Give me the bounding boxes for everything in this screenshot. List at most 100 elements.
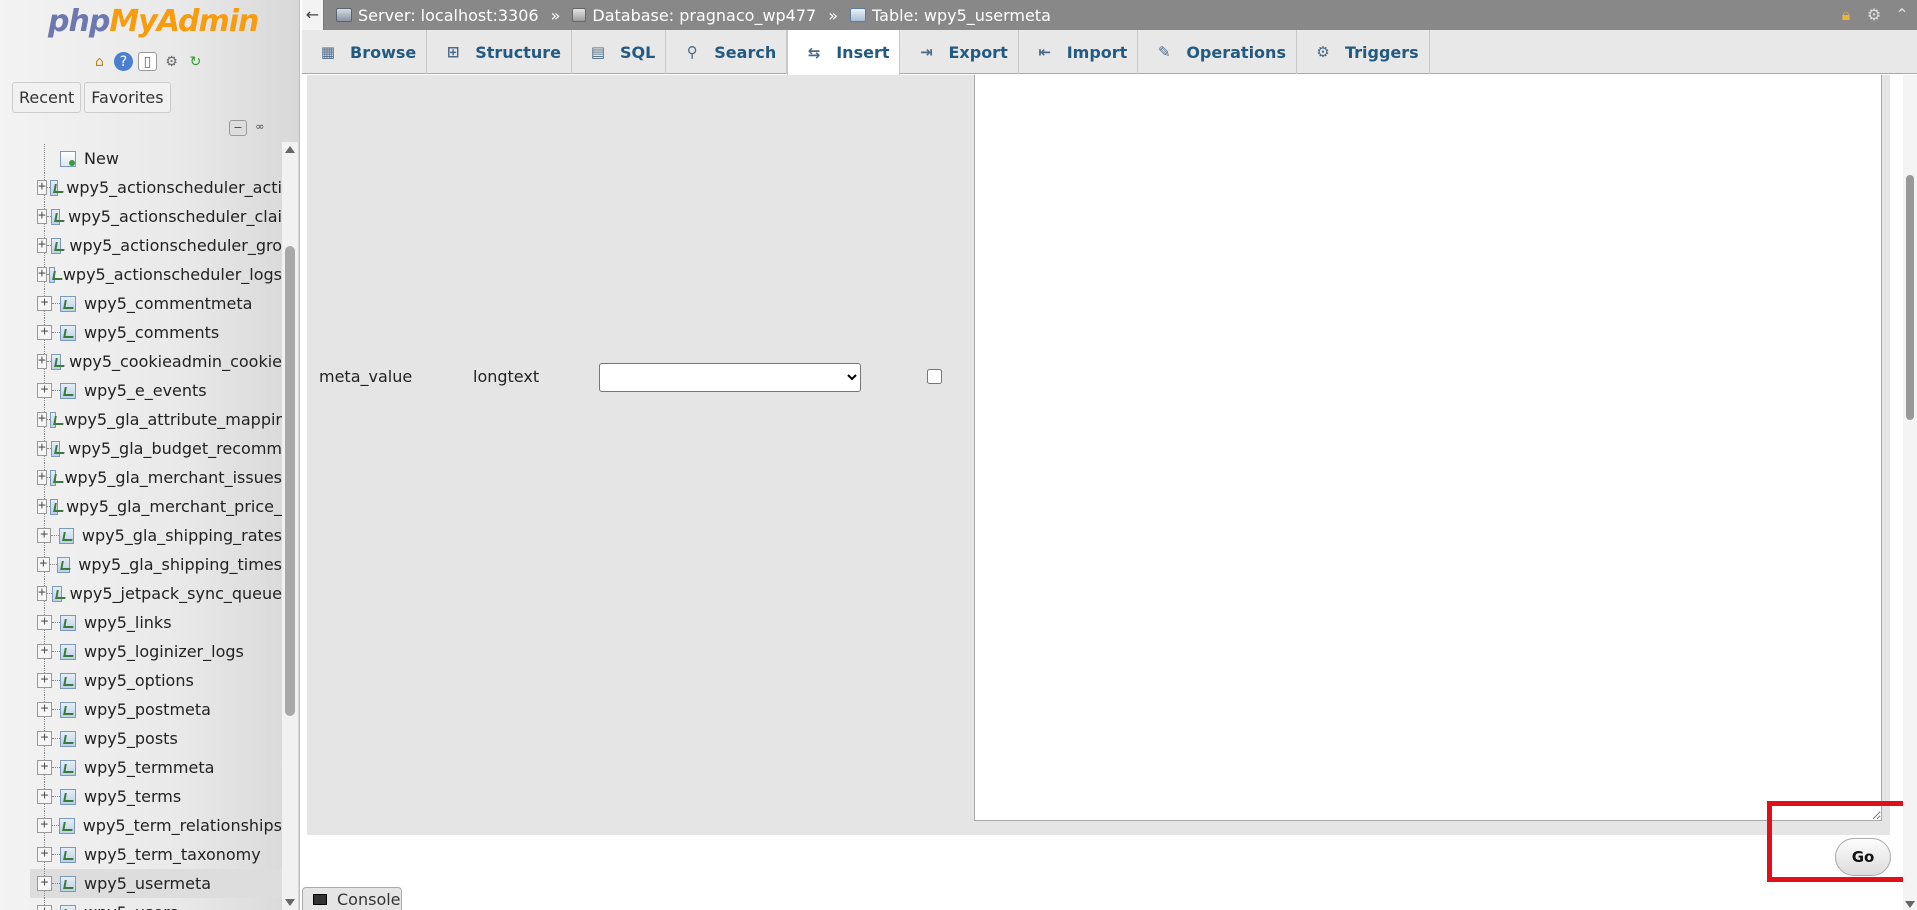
favorites-button[interactable]: Favorites: [84, 82, 171, 113]
tree-item-label[interactable]: wpy5_options: [84, 671, 194, 690]
tree-item-table[interactable]: + wpy5_links: [30, 608, 282, 637]
expand-icon[interactable]: +: [37, 818, 52, 833]
expand-icon[interactable]: +: [37, 760, 52, 775]
breadcrumb-server[interactable]: Server: localhost:3306: [336, 6, 539, 25]
scroll-thumb[interactable]: [285, 246, 295, 716]
console-tab[interactable]: Console: [302, 887, 402, 910]
tree-item-table[interactable]: + wpy5_gla_shipping_times: [30, 550, 282, 579]
tree-item-table[interactable]: + wpy5_gla_shipping_rates: [30, 521, 282, 550]
tree-item-label[interactable]: wpy5_actionscheduler_clai: [68, 207, 282, 226]
tree-item-table[interactable]: + wpy5_term_relationships: [30, 811, 282, 840]
breadcrumb-table[interactable]: Table: wpy5_usermeta: [850, 6, 1051, 25]
phpmyadmin-logo[interactable]: phpMyAdmin: [48, 4, 259, 39]
expand-icon[interactable]: +: [37, 499, 47, 514]
expand-icon[interactable]: +: [37, 354, 47, 369]
table-icon[interactable]: [60, 730, 76, 747]
tree-item-label[interactable]: wpy5_actionscheduler_gro: [69, 236, 282, 255]
table-icon[interactable]: [60, 295, 76, 312]
expand-icon[interactable]: +: [37, 383, 52, 398]
settings-icon[interactable]: ⚙: [162, 52, 181, 71]
table-icon[interactable]: [51, 237, 62, 254]
tab-browse[interactable]: ▦ Browse: [302, 30, 428, 74]
tree-item-label[interactable]: wpy5_usermeta: [84, 874, 211, 893]
tree-item-label[interactable]: wpy5_users: [84, 903, 178, 910]
table-icon[interactable]: [60, 672, 76, 689]
expand-icon[interactable]: +: [37, 441, 47, 456]
page-settings-icon[interactable]: ⚙: [1865, 6, 1883, 24]
tree-item-table[interactable]: + wpy5_users: [30, 898, 282, 910]
expand-icon[interactable]: +: [37, 296, 52, 311]
null-checkbox[interactable]: [927, 369, 942, 384]
tree-item-label[interactable]: wpy5_gla_merchant_issues: [64, 468, 282, 487]
table-icon[interactable]: [49, 266, 55, 283]
table-icon[interactable]: [60, 788, 76, 805]
tree-item-label[interactable]: wpy5_links: [84, 613, 172, 632]
value-textarea[interactable]: [974, 75, 1882, 821]
scroll-down-icon[interactable]: [285, 899, 295, 906]
lock-icon[interactable]: 🔒︎: [1837, 6, 1855, 24]
expand-icon[interactable]: +: [37, 905, 52, 910]
tree-item-table[interactable]: + wpy5_gla_merchant_price_: [30, 492, 282, 521]
tree-item-label[interactable]: wpy5_jetpack_sync_queue: [70, 584, 282, 603]
tree-item-table[interactable]: + wpy5_loginizer_logs: [30, 637, 282, 666]
expand-icon[interactable]: +: [37, 557, 50, 572]
scroll-down-icon[interactable]: [1905, 901, 1915, 908]
expand-icon[interactable]: +: [37, 180, 47, 195]
table-icon[interactable]: [50, 440, 61, 457]
tree-item-table[interactable]: + wpy5_options: [30, 666, 282, 695]
table-icon[interactable]: [60, 614, 76, 631]
expand-icon[interactable]: +: [37, 673, 52, 688]
tree-item-table[interactable]: + wpy5_actionscheduler_acti: [30, 173, 282, 202]
table-icon[interactable]: [49, 469, 57, 486]
expand-icon[interactable]: +: [37, 470, 47, 485]
tree-item-table[interactable]: + wpy5_postmeta: [30, 695, 282, 724]
tree-item-label[interactable]: wpy5_commentmeta: [84, 294, 252, 313]
tree-item-table[interactable]: + wpy5_termmeta: [30, 753, 282, 782]
breadcrumb-database[interactable]: Database: pragnaco_wp477: [572, 6, 816, 25]
tree-item-table[interactable]: + wpy5_actionscheduler_gro: [30, 231, 282, 260]
table-icon[interactable]: [58, 527, 74, 544]
tree-item-label[interactable]: wpy5_comments: [84, 323, 219, 342]
table-icon[interactable]: [59, 817, 75, 834]
docs-icon[interactable]: ▯: [138, 52, 157, 71]
table-icon[interactable]: [60, 643, 76, 660]
tree-item-table[interactable]: + wpy5_terms: [30, 782, 282, 811]
table-icon[interactable]: [50, 208, 61, 225]
tab-structure[interactable]: ⊞ Structure: [427, 30, 572, 74]
tree-item-label[interactable]: wpy5_term_relationships: [83, 816, 282, 835]
tree-item-label[interactable]: wpy5_term_taxonomy: [84, 845, 261, 864]
table-icon[interactable]: [60, 701, 76, 718]
help-icon[interactable]: ?: [114, 52, 133, 71]
table-icon[interactable]: [60, 382, 76, 399]
scroll-thumb[interactable]: [1906, 175, 1914, 420]
expand-icon[interactable]: +: [37, 615, 52, 630]
expand-icon[interactable]: +: [37, 644, 52, 659]
expand-icon[interactable]: +: [37, 876, 52, 891]
tab-triggers[interactable]: ⚙ Triggers: [1297, 30, 1430, 74]
tree-item-table[interactable]: + wpy5_actionscheduler_logs: [30, 260, 282, 289]
expand-icon[interactable]: +: [37, 412, 47, 427]
table-icon[interactable]: [60, 324, 76, 341]
home-icon[interactable]: ⌂: [90, 52, 109, 71]
collapse-all-icon[interactable]: −: [229, 120, 247, 136]
tab-import[interactable]: ⇤ Import: [1019, 30, 1139, 74]
main-scrollbar[interactable]: [1903, 75, 1917, 910]
tree-item-label[interactable]: wpy5_gla_attribute_mappir: [64, 410, 282, 429]
tree-item-label[interactable]: wpy5_gla_merchant_price_: [66, 497, 282, 516]
tree-item-table[interactable]: + wpy5_jetpack_sync_queue: [30, 579, 282, 608]
tree-item-label[interactable]: wpy5_terms: [84, 787, 181, 806]
tree-item-table[interactable]: + wpy5_usermeta: [30, 869, 282, 898]
expand-icon[interactable]: +: [37, 267, 47, 282]
table-icon[interactable]: [50, 179, 59, 196]
expand-icon[interactable]: +: [37, 528, 52, 543]
expand-icon[interactable]: +: [37, 325, 52, 340]
tree-item-label[interactable]: wpy5_actionscheduler_logs: [63, 265, 282, 284]
expand-icon[interactable]: +: [37, 789, 52, 804]
link-icon[interactable]: ∞: [251, 120, 269, 136]
tab-search[interactable]: ⚲ Search: [666, 30, 788, 74]
expand-icon[interactable]: +: [37, 731, 52, 746]
tree-item-label[interactable]: wpy5_e_events: [84, 381, 207, 400]
expand-icon[interactable]: +: [37, 702, 52, 717]
tree-item-new[interactable]: New: [30, 144, 282, 173]
collapse-top-icon[interactable]: ⌃: [1893, 6, 1911, 24]
